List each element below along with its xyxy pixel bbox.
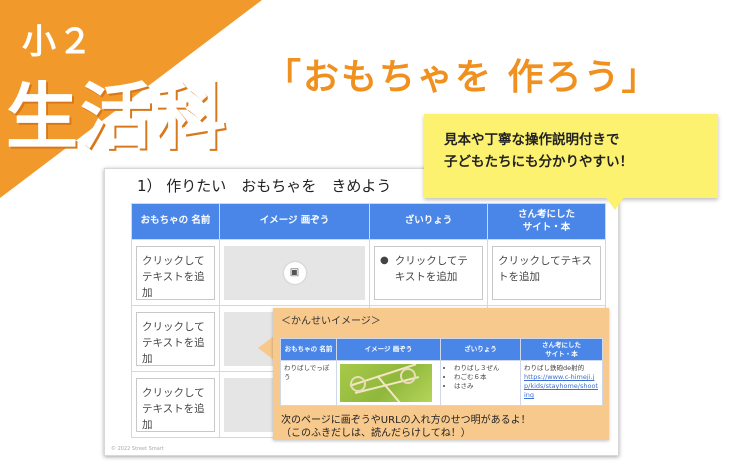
bullet-icon: ● bbox=[380, 254, 389, 266]
sample-header-materials: ざいりょう bbox=[440, 338, 521, 361]
column-header-materials: ざいりょう bbox=[369, 203, 488, 240]
sample-header-name: おもちゃの 名前 bbox=[280, 338, 337, 361]
sample-toy-name: わりばしでっぽう bbox=[280, 360, 337, 406]
callout-tail bbox=[605, 196, 625, 210]
sample-header-image: イメージ 画ぞう bbox=[336, 338, 441, 361]
text-placeholder[interactable]: クリックしてテキストを追加 bbox=[136, 311, 215, 366]
text-placeholder[interactable]: クリックしてテキストを追加 bbox=[492, 245, 601, 300]
feature-callout: 見本や丁寧な操作説明付きで 子どもたちにも分かりやすい！ bbox=[424, 114, 718, 198]
image-placeholder[interactable]: ▣ bbox=[224, 245, 365, 300]
sample-note-line-1: 次のページに画ぞうやURLの入れ方のせつ明があるよ！ bbox=[281, 415, 531, 426]
material-item: はさみ bbox=[454, 382, 517, 391]
column-header-reference: さん考にした サイト・本 bbox=[487, 203, 606, 240]
sample-table: おもちゃの 名前 イメージ 画ぞう ざいりょう さん考にした サイト・本 わりば… bbox=[280, 338, 603, 406]
callout-line-2: 子どもたちにも分かりやすい！ bbox=[444, 154, 633, 171]
toy-photo bbox=[340, 364, 432, 402]
sample-reference-cell: わりばし鉄砲de射的 https://www.c-himeji.jp/kids/… bbox=[520, 360, 603, 406]
reference-link[interactable]: https://www.c-himeji.jp/kids/stayhome/sh… bbox=[524, 373, 599, 400]
reference-title: わりばし鉄砲de射的 bbox=[524, 364, 585, 372]
bullet-placeholder[interactable]: ● クリックしてテキストを追加 bbox=[374, 245, 483, 300]
sample-note: 次のページに画ぞうやURLの入れ方のせつ明があるよ！ （このふきだしは、読んだら… bbox=[281, 414, 531, 440]
material-item: わごむ６本 bbox=[454, 373, 517, 382]
sample-header-reference: さん考にした サイト・本 bbox=[520, 338, 603, 361]
image-icon[interactable]: ▣ bbox=[283, 261, 306, 284]
table-row: クリックしてテキストを追加 ▣ ● クリックしてテキストを追加 クリックしてテキ… bbox=[131, 239, 606, 306]
callout-line-1: 見本や丁寧な操作説明付きで bbox=[444, 132, 620, 148]
slide-heading: 1） 作りたい おもちゃを きめよう bbox=[137, 177, 392, 195]
bullet-text: クリックしてテキストを追加 bbox=[394, 254, 468, 283]
sample-bubble[interactable]: ＜かんせいイメージ＞ おもちゃの 名前 イメージ 画ぞう ざいりょう さん考にし… bbox=[273, 308, 609, 440]
text-placeholder[interactable]: クリックしてテキストを追加 bbox=[136, 377, 215, 432]
text-placeholder[interactable]: クリックしてテキストを追加 bbox=[136, 245, 215, 300]
material-item: わりばし３ぜん bbox=[454, 364, 517, 373]
sample-row: わりばしでっぽう わりばし３ぜん わごむ６本 はさみ わりばし鉄砲de射 bbox=[280, 360, 603, 406]
sample-materials-cell: わりばし３ぜん わごむ６本 はさみ bbox=[440, 360, 521, 406]
sample-note-line-2: （このふきだしは、読んだらけしてね！） bbox=[281, 428, 471, 439]
grade-label: 小２ bbox=[22, 22, 94, 62]
sample-bubble-tail bbox=[258, 336, 274, 360]
subject-title: 生活科 bbox=[6, 75, 229, 159]
copyright-text: © 2022 Street Smart bbox=[111, 446, 164, 452]
sample-image-cell bbox=[336, 360, 441, 406]
column-header-name: おもちゃの 名前 bbox=[131, 203, 220, 240]
lesson-title: 「おもちゃを 作ろう」 bbox=[265, 57, 660, 98]
column-header-image: イメージ 画ぞう bbox=[219, 203, 370, 240]
sample-title: ＜かんせいイメージ＞ bbox=[281, 316, 381, 327]
